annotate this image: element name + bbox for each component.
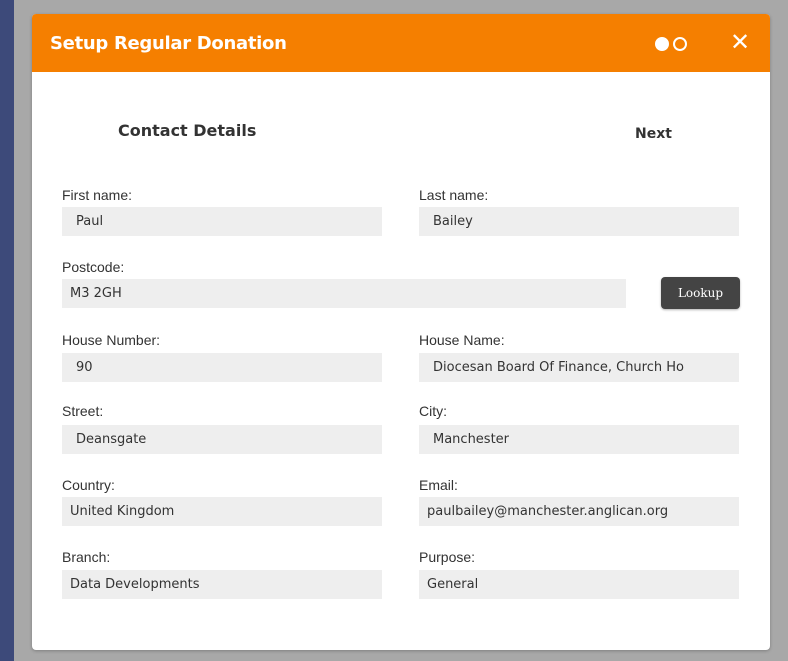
street-field[interactable]: Deansgate [62,425,382,454]
lookup-button[interactable]: Lookup [661,277,740,309]
last-name-field[interactable]: Bailey [419,207,739,236]
email-label: Email: [419,477,458,493]
next-button[interactable]: Next [635,126,672,142]
house-name-label: House Name: [419,332,505,348]
postcode-label: Postcode: [62,259,125,275]
step-dot-active [655,37,669,51]
house-name-field[interactable]: Diocesan Board Of Finance, Church Ho [419,353,739,382]
city-label: City: [419,403,447,419]
purpose-select[interactable]: General [419,570,739,599]
step-dot-inactive [673,37,687,51]
branch-label: Branch: [62,549,111,565]
purpose-label: Purpose: [419,549,476,565]
setup-donation-modal: Setup Regular Donation ✕ Contact Details… [32,14,770,650]
house-number-field[interactable]: 90 [62,353,382,382]
country-select[interactable]: United Kingdom [62,497,382,526]
branch-select[interactable]: Data Developments [62,570,382,599]
first-name-field[interactable]: Paul [62,207,382,236]
street-label: Street: [62,403,104,419]
modal-header: Setup Regular Donation ✕ [32,14,770,72]
email-field[interactable]: paulbailey@manchester.anglican.org [419,497,739,526]
last-name-label: Last name: [419,187,489,203]
postcode-field[interactable]: M3 2GH [62,279,626,308]
close-icon[interactable]: ✕ [728,28,752,56]
house-number-label: House Number: [62,332,161,348]
first-name-label: First name: [62,187,133,203]
modal-title: Setup Regular Donation [50,33,287,54]
section-title: Contact Details [118,121,257,140]
city-field[interactable]: Manchester [419,425,739,454]
country-label: Country: [62,477,115,493]
